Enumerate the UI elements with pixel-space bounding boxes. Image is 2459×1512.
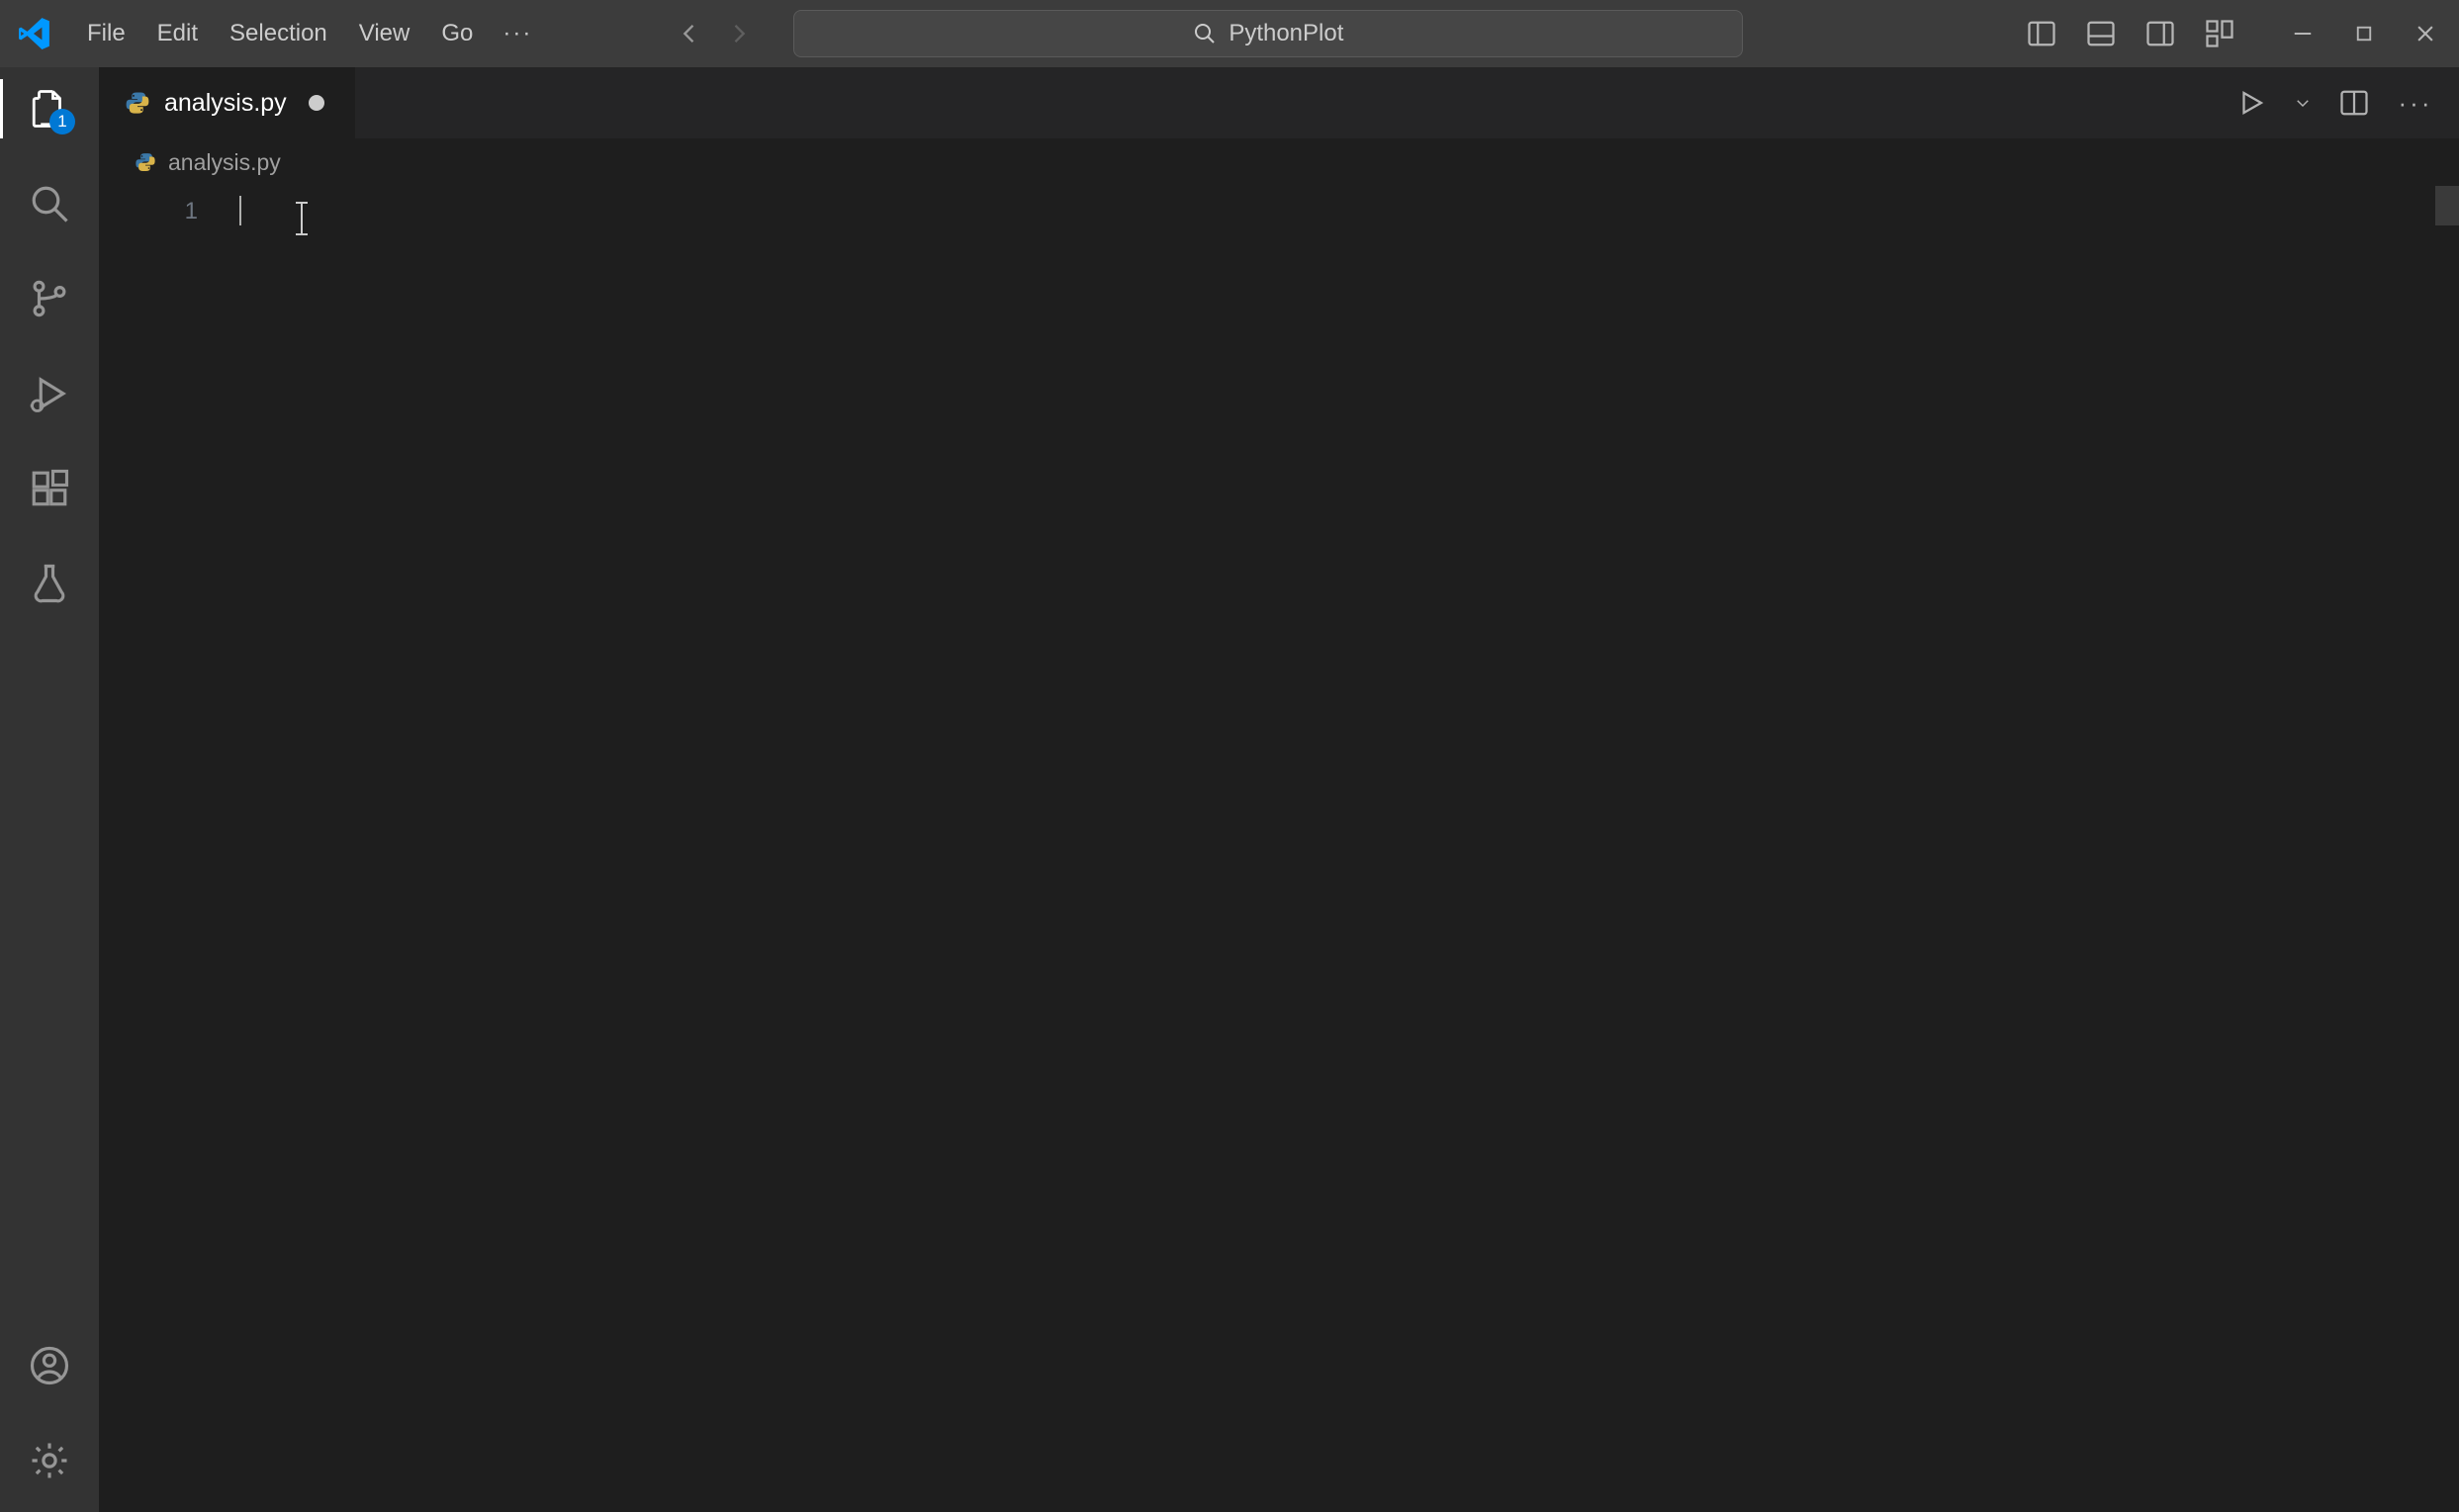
menu-more[interactable]: ··· (489, 14, 546, 53)
nav-forward-icon[interactable] (722, 17, 756, 50)
python-file-icon (125, 90, 150, 116)
tab-dirty-indicator-icon (309, 95, 324, 111)
menu-go[interactable]: Go (425, 14, 489, 53)
run-file-icon[interactable] (2230, 81, 2273, 125)
window-minimize-icon[interactable] (2285, 16, 2321, 51)
toggle-secondary-sidebar-icon[interactable] (2140, 14, 2180, 53)
activity-scm[interactable] (26, 275, 73, 322)
tab-bar: analysis.py ··· (99, 67, 2459, 138)
window-controls (2285, 16, 2443, 51)
code-content[interactable] (237, 186, 2459, 1512)
menu-file[interactable]: File (71, 14, 141, 53)
menu-view[interactable]: View (343, 14, 426, 53)
window-maximize-icon[interactable] (2346, 16, 2382, 51)
vscode-logo-icon (16, 15, 53, 52)
nav-arrows (673, 17, 756, 50)
titlebar-right (2022, 14, 2443, 53)
breadcrumbs[interactable]: analysis.py (99, 138, 2459, 186)
activity-testing[interactable] (26, 560, 73, 607)
editor-area: analysis.py ··· analysis. (99, 67, 2459, 1512)
tab-analysis-py[interactable]: analysis.py (99, 67, 356, 138)
split-editor-icon[interactable] (2332, 81, 2376, 125)
line-number: 1 (99, 194, 198, 229)
run-dropdown-icon[interactable] (2291, 81, 2315, 125)
activity-run-debug[interactable] (26, 370, 73, 417)
editor-actions: ··· (2230, 67, 2459, 138)
activity-search[interactable] (26, 180, 73, 227)
activity-bar: 1 (0, 67, 99, 1512)
activity-extensions[interactable] (26, 465, 73, 512)
menu-selection[interactable]: Selection (214, 14, 343, 53)
mouse-ibeam-cursor-icon (301, 204, 303, 233)
command-center[interactable]: PythonPlot (793, 10, 1743, 57)
explorer-badge: 1 (49, 109, 75, 134)
activity-settings[interactable] (26, 1437, 73, 1484)
search-icon (1193, 22, 1217, 45)
titlebar: File Edit Selection View Go ··· PythonPl… (0, 0, 2459, 67)
breadcrumb-item[interactable]: analysis.py (168, 149, 281, 176)
python-file-icon (135, 151, 156, 173)
customize-layout-icon[interactable] (2200, 14, 2239, 53)
editor-more-actions-icon[interactable]: ··· (2394, 81, 2437, 125)
command-center-text: PythonPlot (1229, 20, 1343, 47)
gutter: 1 (99, 186, 237, 1512)
tab-label: analysis.py (164, 89, 287, 118)
text-caret-icon (239, 196, 241, 225)
menu-bar: File Edit Selection View Go ··· (71, 14, 546, 53)
window-close-icon[interactable] (2408, 16, 2443, 51)
code-editor[interactable]: 1 (99, 186, 2459, 1512)
activity-explorer[interactable]: 1 (26, 85, 73, 133)
nav-back-icon[interactable] (673, 17, 706, 50)
menu-edit[interactable]: Edit (141, 14, 214, 53)
toggle-primary-sidebar-icon[interactable] (2022, 14, 2061, 53)
activity-accounts[interactable] (26, 1342, 73, 1389)
toggle-panel-icon[interactable] (2081, 14, 2121, 53)
